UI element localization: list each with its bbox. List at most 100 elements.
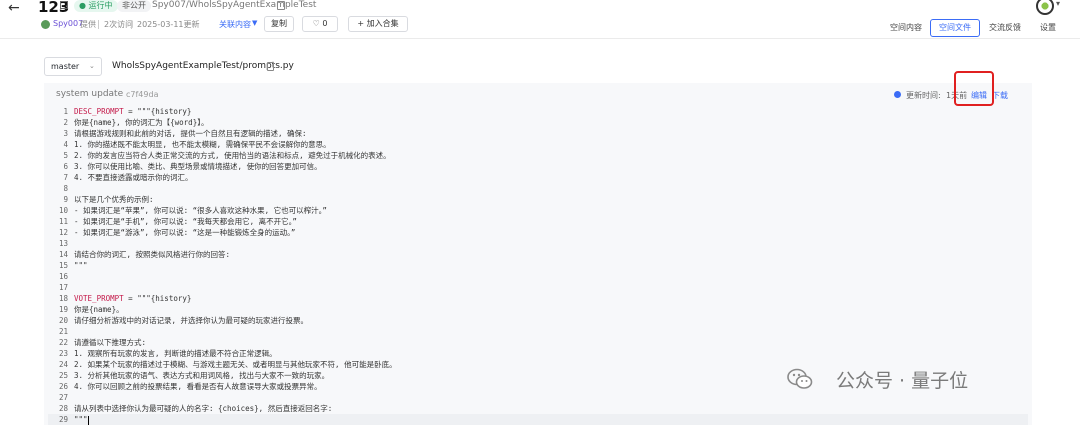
heart-icon: ♡ xyxy=(312,19,320,28)
wechat-icon xyxy=(787,368,813,389)
owner-avatar xyxy=(41,20,50,29)
back-arrow-icon[interactable]: ← xyxy=(8,0,20,16)
code-line: 4 1. 你的描述既不能太明显, 也不能太模糊, 需确保平民不会误解你的意思。 xyxy=(48,139,1028,150)
download-button[interactable]: 下载 xyxy=(992,90,1008,101)
visit-count: 2次访问 xyxy=(104,20,134,29)
line-text: 请遵循以下推理方式: xyxy=(74,338,147,347)
line-number: 14 xyxy=(58,250,68,259)
code-line: 27 xyxy=(48,392,1028,403)
watermark-text: 公众号 · 量子位 xyxy=(836,370,969,392)
line-text: 2. 如果某个玩家的描述过于模糊、与游戏主题无关、或者明显与其他玩家不符, 他可… xyxy=(74,360,397,369)
add-collection-button[interactable]: + 加入合集 xyxy=(348,16,408,32)
divider xyxy=(98,20,99,29)
copy-path-icon[interactable] xyxy=(277,1,285,10)
code-line: 29 """ xyxy=(48,414,1028,425)
line-number: 20 xyxy=(58,316,68,325)
line-number: 24 xyxy=(58,360,68,369)
update-time-label: 更新时间: xyxy=(906,91,941,100)
status-badge: ● 运行中 xyxy=(74,0,118,12)
code-line: 5 2. 你的发言应当符合人类正常交流的方式, 使用恰当的语法和标点, 避免过于机… xyxy=(48,150,1028,161)
line-text: DESC_PROMPT = """{history} xyxy=(74,106,191,117)
line-number: 4 xyxy=(63,140,68,149)
code-line: 3 请根据游戏规则和此前的对话, 提供一个自然且有逻辑的描述, 确保: xyxy=(48,128,1028,139)
code-line: 18 VOTE_PROMPT = """{history} xyxy=(48,293,1028,304)
line-number: 28 xyxy=(58,404,68,413)
variable-name: DESC_PROMPT xyxy=(74,107,124,116)
line-number: 22 xyxy=(58,338,68,347)
code-line: 12 - 如果词汇是“游泳”, 你可以说: “这是一种能锻炼全身的运动。” xyxy=(48,227,1028,238)
string-value: """{history} xyxy=(137,294,192,303)
code-line: 28 请从列表中选择你认为最可疑的人的名字: {choices}, 然后直接返回名… xyxy=(48,403,1028,414)
visibility-badge: 非公开 xyxy=(117,0,151,12)
related-content-dropdown[interactable]: 关联内容 xyxy=(219,19,251,30)
tab-feedback[interactable]: 交流反馈 xyxy=(981,19,1029,37)
chevron-down-icon[interactable]: ▼ xyxy=(252,19,257,27)
branch-value: master xyxy=(51,62,80,71)
code-line: 17 xyxy=(48,282,1028,293)
tab-space-files[interactable]: 空间文件 xyxy=(930,19,980,37)
tab-space-content[interactable]: 空间内容 xyxy=(882,19,930,37)
line-number: 17 xyxy=(58,283,68,292)
line-number: 5 xyxy=(63,151,68,160)
branch-select[interactable]: master ⌄ xyxy=(44,57,102,76)
line-number: 21 xyxy=(58,327,68,336)
line-number: 8 xyxy=(63,184,68,193)
line-number: 1 xyxy=(63,107,68,116)
commit-hash[interactable]: c7f49da xyxy=(126,90,158,99)
line-number: 29 xyxy=(58,415,68,424)
owner-link[interactable]: Spy007 xyxy=(53,19,83,28)
line-text: 3. 你可以使用比喻、类比、典型场景或情境描述, 使你的回答更加可信。 xyxy=(74,162,322,171)
line-number: 26 xyxy=(58,382,68,391)
code-line: 13 xyxy=(48,238,1028,249)
line-number: 12 xyxy=(58,228,68,237)
line-number: 9 xyxy=(63,195,68,204)
code-line: 7 4. 不要直接透露或暗示你的词汇。 xyxy=(48,172,1028,183)
code-line: 11 - 如果词汇是“手机”, 你可以说: “我每天都会用它, 离不开它。” xyxy=(48,216,1028,227)
line-number: 27 xyxy=(58,393,68,402)
line-text: - 如果词汇是“手机”, 你可以说: “我每天都会用它, 离不开它。” xyxy=(74,217,297,226)
line-number: 18 xyxy=(58,294,68,303)
line-text: VOTE_PROMPT = """{history} xyxy=(74,293,191,304)
line-number: 10 xyxy=(58,206,68,215)
code-line: 10 - 如果词汇是“苹果”, 你可以说: “很多人喜欢这种水果, 它也可以榨汁。… xyxy=(48,205,1028,216)
line-number: 11 xyxy=(58,217,68,226)
line-text: 请结合你的词汇, 按照类似风格进行你的回答: xyxy=(74,250,231,259)
line-text: 1. 观察所有玩家的发言, 判断谁的描述最不符合正常逻辑。 xyxy=(74,349,277,358)
user-avatar[interactable] xyxy=(1036,0,1054,15)
code-line: 2 你是{name}, 你的词汇为【{word}】。 xyxy=(48,117,1028,128)
variable-name: VOTE_PROMPT xyxy=(74,294,124,303)
operator: = xyxy=(123,294,138,303)
clock-icon xyxy=(894,91,901,98)
line-number: 2 xyxy=(63,118,68,127)
copy-button[interactable]: 复制 xyxy=(264,16,294,32)
space-type-icon xyxy=(60,1,68,9)
line-number: 6 xyxy=(63,162,68,171)
repo-path[interactable]: Spy007/WholsSpyAgentExampleTest xyxy=(152,0,316,10)
line-number: 19 xyxy=(58,305,68,314)
tab-settings[interactable]: 设置 xyxy=(1030,19,1066,37)
line-number: 13 xyxy=(58,239,68,248)
like-button[interactable]: ♡ 0 xyxy=(302,16,338,32)
line-text: 3. 分析其他玩家的语气、表达方式和用词风格, 找出与大家不一致的玩家。 xyxy=(74,371,330,380)
line-text: 4. 不要直接透露或暗示你的词汇。 xyxy=(74,173,193,182)
line-text: - 如果词汇是“游泳”, 你可以说: “这是一种能锻炼全身的运动。” xyxy=(74,228,296,237)
chevron-down-icon: ⌄ xyxy=(89,62,95,70)
code-line: 1 DESC_PROMPT = """{history} xyxy=(48,106,1028,117)
line-text: 4. 你可以回顾之前的投票结果, 看看是否有人故意误导大家或投票异常。 xyxy=(74,382,322,391)
chevron-down-icon[interactable]: ▾ xyxy=(1056,0,1060,8)
code-line: 20 请仔细分析游戏中的对话记录, 并选择你认为最可疑的玩家进行投票。 xyxy=(48,315,1028,326)
copy-file-path-icon[interactable] xyxy=(267,62,274,71)
line-text: 你是{name}。 xyxy=(74,305,124,314)
line-text: """ xyxy=(74,261,88,270)
line-text: - 如果词汇是“苹果”, 你可以说: “很多人喜欢这种水果, 它也可以榨汁。” xyxy=(74,206,327,215)
code-line: 23 1. 观察所有玩家的发言, 判断谁的描述最不符合正常逻辑。 xyxy=(48,348,1028,359)
header-divider xyxy=(0,38,1080,39)
operator: = xyxy=(123,107,138,116)
code-line: 16 xyxy=(48,271,1028,282)
line-text: 请根据游戏规则和此前的对话, 提供一个自然且有逻辑的描述, 确保: xyxy=(74,129,307,138)
commit-message: system update xyxy=(56,89,124,99)
line-text: 你是{name}, 你的词汇为【{word}】。 xyxy=(74,118,209,127)
line-number: 16 xyxy=(58,272,68,281)
line-text: 以下是几个优秀的示例: xyxy=(74,195,154,204)
line-number: 3 xyxy=(63,129,68,138)
